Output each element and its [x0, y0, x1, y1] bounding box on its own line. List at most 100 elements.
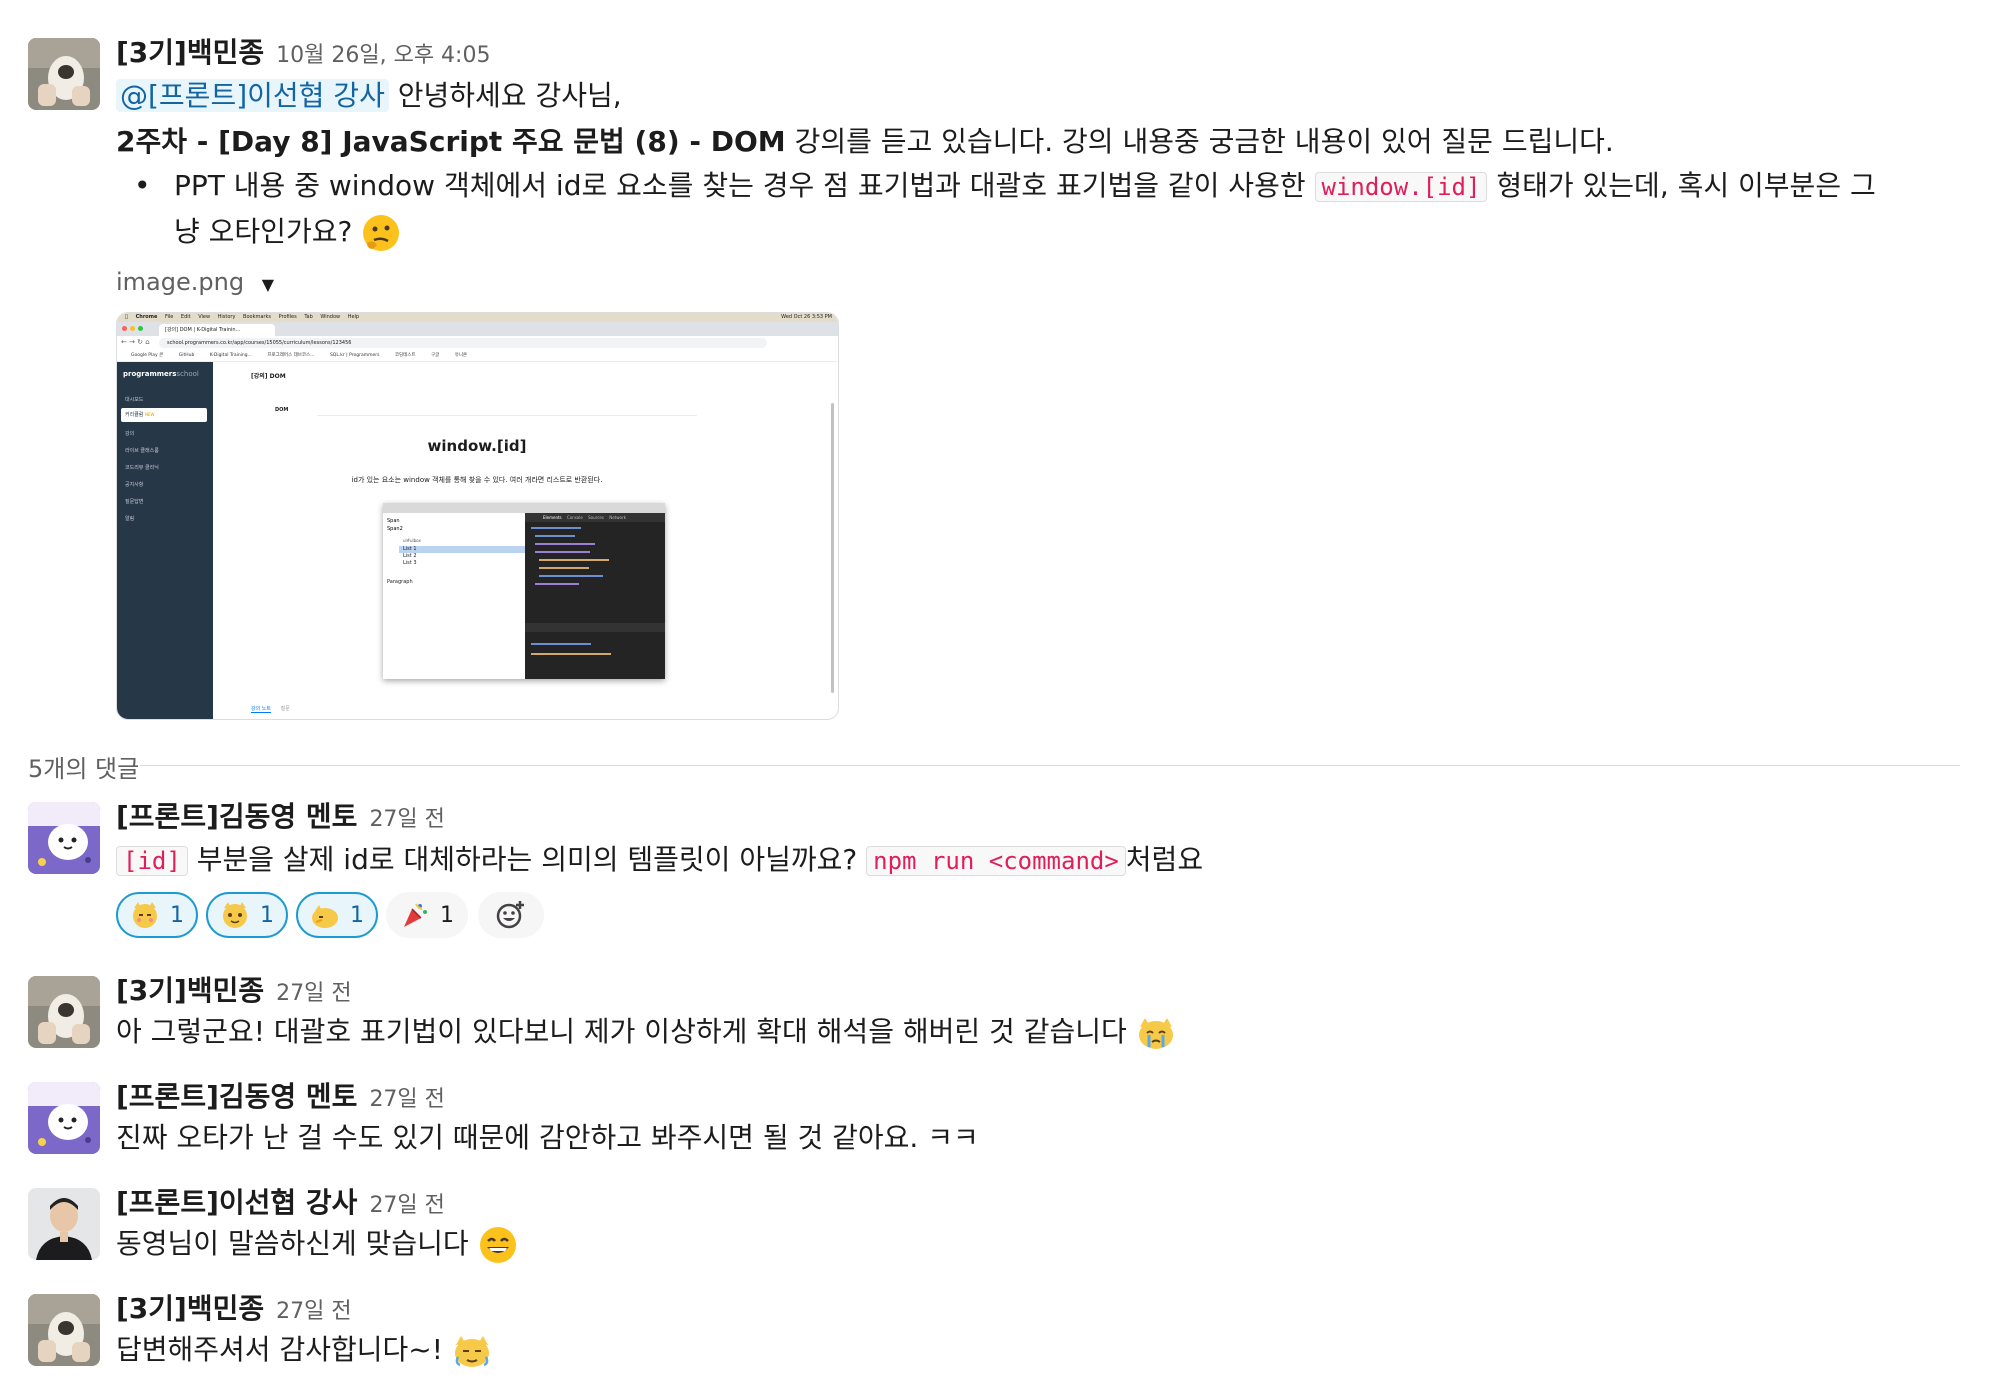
- add-reaction-icon: [496, 901, 524, 929]
- devtools-tab: Elements: [543, 515, 562, 520]
- sidebar-item: 대시보드: [125, 397, 144, 403]
- author-name[interactable]: [3기]백민종: [116, 1292, 264, 1325]
- lecture-text: 강의를 듣고 있습니다. 강의 내용중 궁금한 내용이 있어 질문 드립니다.: [794, 125, 1614, 158]
- reaction-button[interactable]: 1: [296, 892, 378, 938]
- bullet-text-end: 냥 오타인가요?: [174, 215, 353, 248]
- replies-divider: [140, 765, 1960, 766]
- bullet-line-1: PPT 내용 중 window 객체에서 id로 요소를 찾는 경우 점 표기법…: [174, 166, 1876, 207]
- user-mention[interactable]: @[프론트]이선협 강사: [116, 79, 389, 112]
- collapse-caret-icon[interactable]: ▼: [262, 275, 274, 294]
- timestamp[interactable]: 10월 26일, 오후 4:05: [276, 43, 490, 68]
- yellow-cat-emoji: [312, 905, 338, 928]
- slide-preview: Span Span2 ul#ulbox List 1 List 2 List 3…: [383, 503, 665, 679]
- bookmark: 유니온: [454, 353, 468, 358]
- message-header: [3기]백민종 27일 전: [116, 1292, 352, 1329]
- reaction-count: 1: [170, 902, 184, 928]
- bookmark: K-Digital Training...: [209, 353, 252, 358]
- replies-count[interactable]: 5개의 댓글: [28, 749, 139, 784]
- sidebar-badge: NEW: [145, 412, 155, 417]
- message-text: 진짜 오타가 난 걸 수도 있기 때문에 감안하고 봐주시면 될 것 같아요. …: [116, 1118, 979, 1158]
- bookmark: SQL.kr | Programmers: [329, 353, 380, 358]
- menu-item: Tab: [299, 314, 312, 320]
- bookmark: Google Play 콘: [131, 353, 164, 358]
- timestamp[interactable]: 27일 전: [276, 981, 351, 1006]
- url-bar: school.programmers.co.kr/app/courses/150…: [159, 338, 767, 348]
- screenshot-toolbar: ← → ↻ ⌂ school.programmers.co.kr/app/cou…: [117, 336, 838, 351]
- reaction-button[interactable]: 1: [386, 892, 468, 938]
- screenshot-scrollbar: [831, 403, 834, 693]
- message-body: 동영님이 말씀하신게 맞습니다: [116, 1227, 469, 1260]
- bullet-line-2: 냥 오타인가요?: [174, 212, 401, 253]
- message-header: [프론트]이선협 강사 27일 전: [116, 1186, 445, 1223]
- timestamp[interactable]: 27일 전: [276, 1299, 351, 1324]
- avatar[interactable]: [28, 802, 100, 874]
- avatar[interactable]: [28, 976, 100, 1048]
- preview-list-item: List 3: [403, 560, 417, 566]
- sidebar-item: 강의: [125, 431, 135, 437]
- bullet-marker: •: [134, 169, 151, 202]
- menu-item: Edit: [176, 314, 191, 320]
- bullet-text-after: 형태가 있는데, 혹시 이부분은 그: [1496, 169, 1876, 202]
- inline-code: window.[id]: [1314, 172, 1488, 202]
- message-body: 답변해주셔서 감사합니다~!: [116, 1333, 443, 1366]
- preview-text: Span: [387, 518, 400, 524]
- author-name[interactable]: [프론트]김동영 멘토: [116, 800, 357, 833]
- thinking-face-emoji: [363, 215, 400, 251]
- sidebar-item: 질문답변: [125, 499, 144, 505]
- bullet-text: PPT 내용 중 window 객체에서 id로 요소를 찾는 경우 점 표기법…: [174, 169, 1306, 202]
- inline-code: [id]: [116, 846, 188, 876]
- logo-subtext: school: [176, 370, 199, 378]
- avatar[interactable]: [28, 38, 100, 110]
- menu-item: Chrome: [131, 314, 158, 320]
- timestamp[interactable]: 27일 전: [369, 1087, 444, 1112]
- footer-tab: 질문: [280, 706, 290, 712]
- slide-title: window.[id]: [427, 437, 527, 455]
- screenshot-section: DOM: [275, 407, 289, 413]
- author-name[interactable]: [3기]백민종: [116, 974, 264, 1007]
- message-line-1: @[프론트]이선협 강사 안녕하세요 강사님,: [116, 76, 622, 116]
- menu-item: Help: [343, 314, 359, 320]
- blushing-cat-emoji: [133, 902, 157, 928]
- attachment-filename[interactable]: image.png: [116, 268, 244, 296]
- message-line-2: 2주차 - [Day 8] JavaScript 주요 문법 (8) - DOM…: [116, 122, 1614, 162]
- bookmark: 코딩테스트: [394, 353, 416, 358]
- reaction-count: 1: [260, 902, 274, 928]
- lecture-title: 2주차 - [Day 8] JavaScript 주요 문법 (8) - DOM: [116, 125, 786, 158]
- add-reaction-button[interactable]: [478, 892, 544, 938]
- timestamp[interactable]: 27일 전: [369, 1193, 444, 1218]
- screenshot-sidebar: programmersschool 대시보드 커리큘럼 NEW 강의 라이브 클…: [117, 362, 213, 719]
- sidebar-item: 공지사항: [125, 482, 144, 488]
- sidebar-item: 라이브 클래스룸: [125, 448, 159, 454]
- message-header: [프론트]김동영 멘토 27일 전: [116, 1080, 445, 1117]
- author-name[interactable]: [프론트]이선협 강사: [116, 1186, 357, 1219]
- avatar[interactable]: [28, 1082, 100, 1154]
- menu-item: Bookmarks: [238, 314, 271, 320]
- preview-list-item: List 1: [403, 546, 417, 552]
- reaction-button[interactable]: 1: [206, 892, 288, 938]
- menu-item: Window: [315, 314, 340, 320]
- screenshot-menubar:  Chrome File Edit View History Bookmark…: [117, 313, 838, 322]
- bowing-cat-emoji: [454, 1336, 489, 1367]
- timestamp[interactable]: 27일 전: [369, 807, 444, 832]
- bookmark: 구글: [431, 353, 440, 358]
- crying-cat-face-emoji: [1138, 1018, 1173, 1049]
- message-text: 아 그렇군요! 대괄호 표기법이 있다보니 제가 이상하게 확대 해석을 해버린…: [116, 1012, 1176, 1053]
- author-name[interactable]: [3기]백민종: [116, 36, 264, 69]
- message-body-end: 처럼요: [1125, 843, 1204, 876]
- menu-item: File: [160, 314, 173, 320]
- attachment-image[interactable]:  Chrome File Edit View History Bookmark…: [116, 312, 839, 720]
- browser-tab: [강의] DOM | K-Digital Trainin...: [159, 324, 275, 336]
- message-body: 진짜 오타가 난 걸 수도 있기 때문에 감안하고 봐주시면 될 것 같아요. …: [116, 1121, 979, 1154]
- preview-paragraph: Paragraph: [387, 579, 413, 585]
- cat-face-emoji: [223, 902, 247, 928]
- footer-tab-active: 강의 노트: [251, 706, 271, 713]
- menu-item: Profiles: [273, 314, 297, 320]
- bookmark: GitHub: [178, 353, 195, 358]
- attachment-header[interactable]: image.png ▼: [116, 268, 274, 296]
- devtools-tab: Console: [566, 515, 583, 520]
- avatar[interactable]: [28, 1294, 100, 1366]
- avatar[interactable]: [28, 1188, 100, 1260]
- reaction-count: 1: [350, 902, 364, 928]
- author-name[interactable]: [프론트]김동영 멘토: [116, 1080, 357, 1113]
- reaction-button[interactable]: 1: [116, 892, 198, 938]
